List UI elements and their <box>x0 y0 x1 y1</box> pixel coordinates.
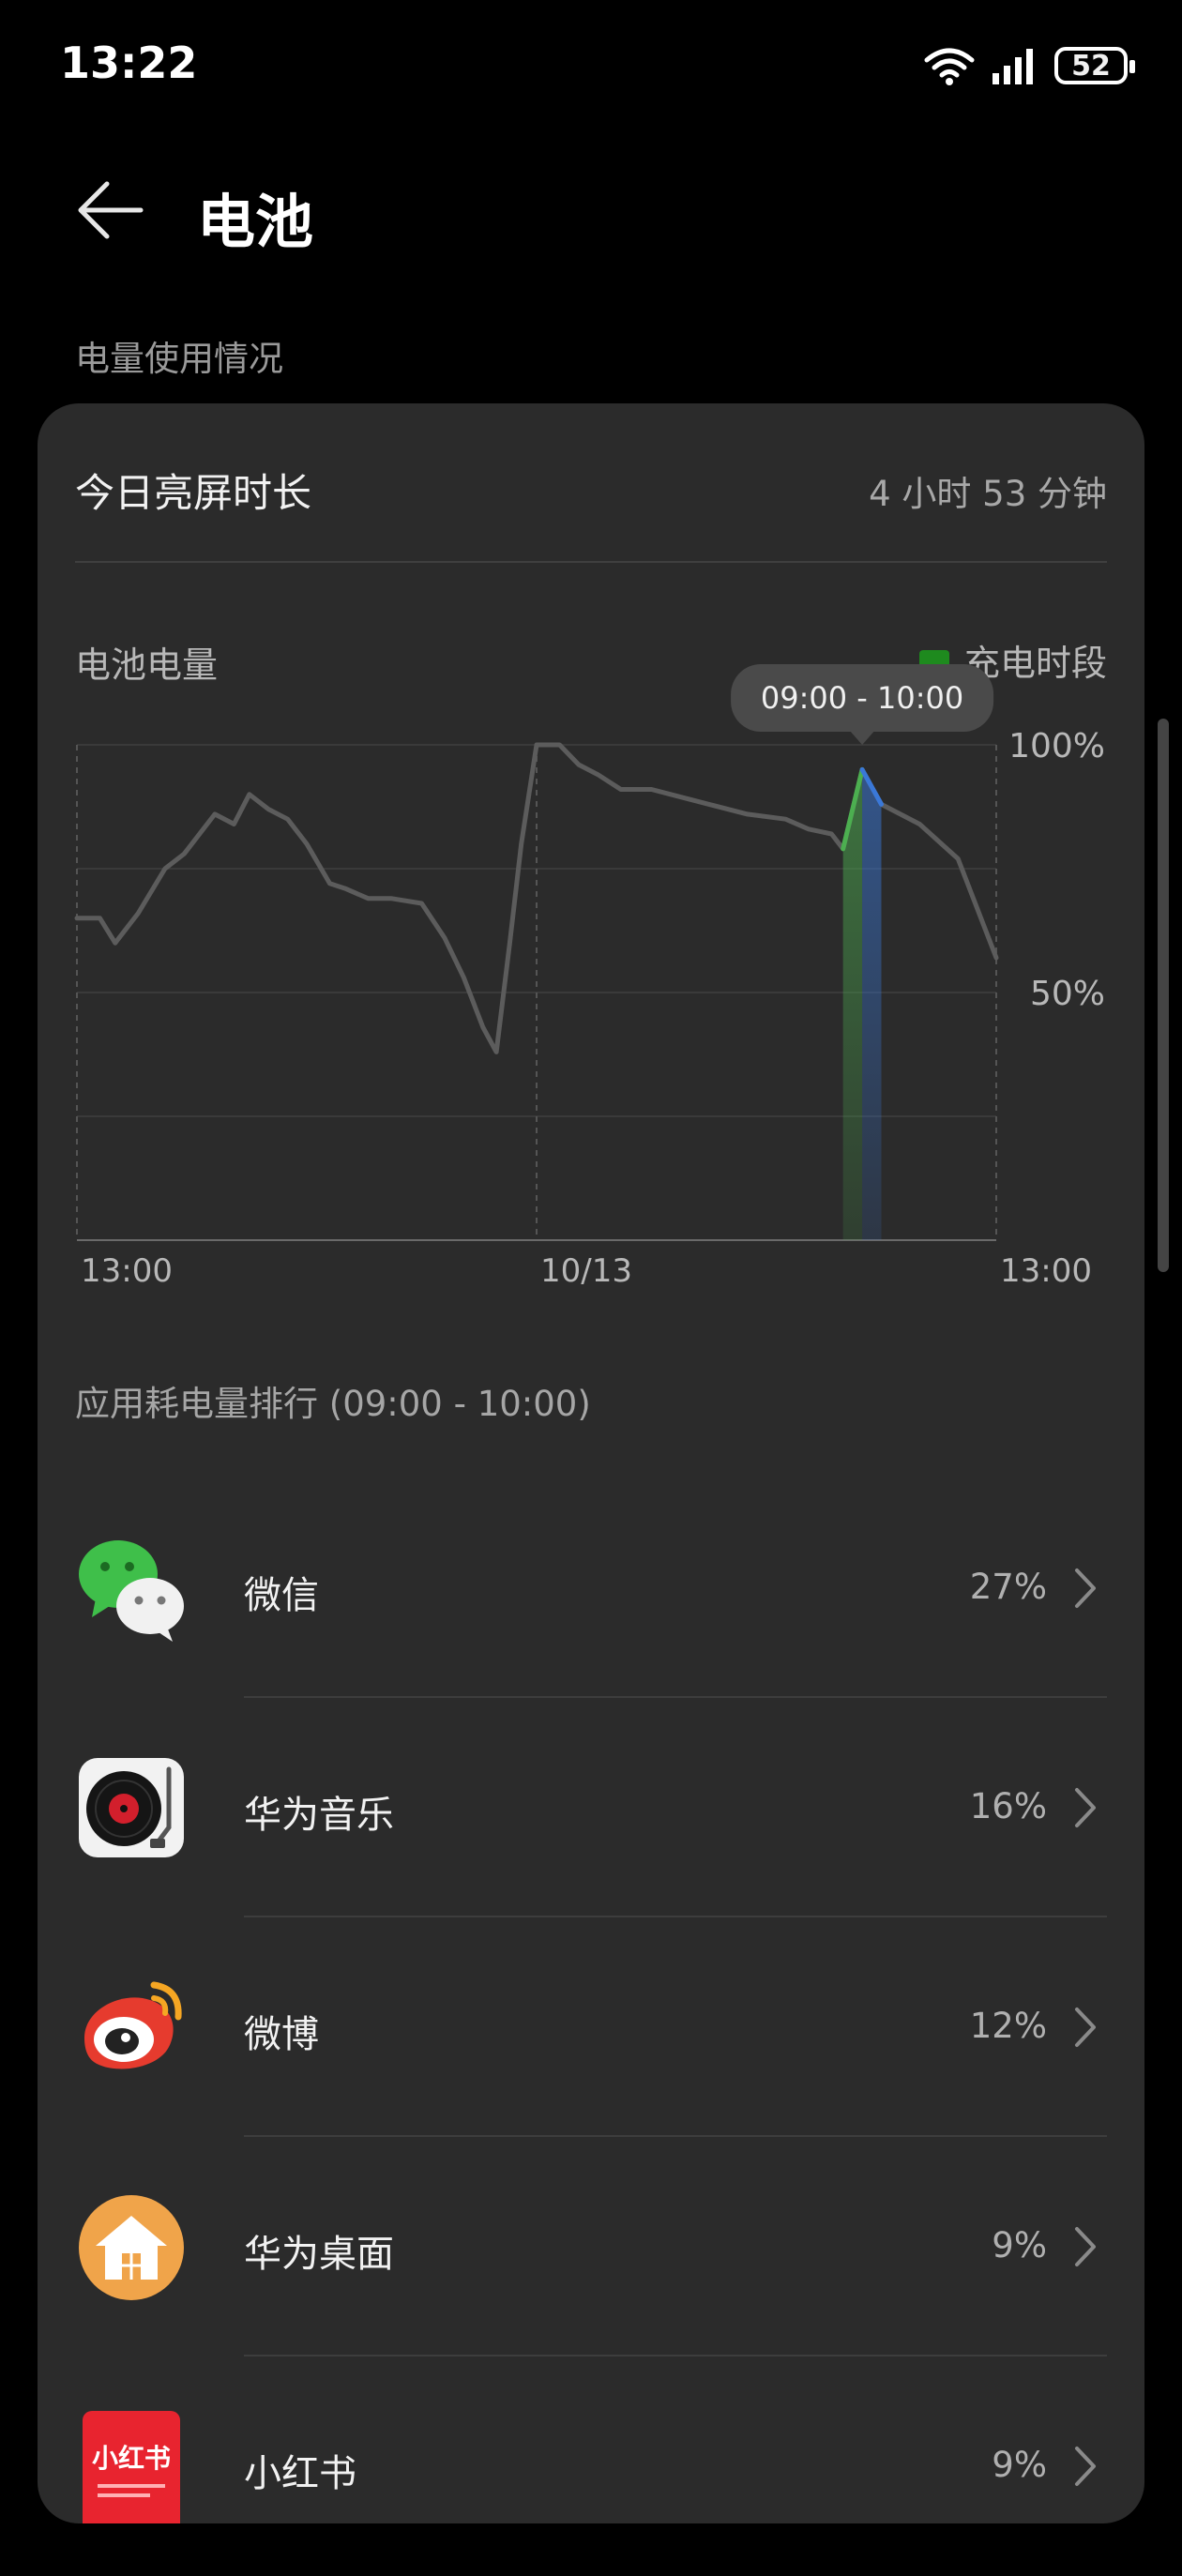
app-ranking-list: 微信 27% 华为音乐 16% 微博 12% 华为桌面 9% 小红书 小红书 9… <box>38 1478 1144 2576</box>
app-percent: 9% <box>992 2445 1047 2485</box>
xiaohongshu-icon-text: 小红书 <box>92 2443 171 2474</box>
app-name: 小红书 <box>244 2452 356 2495</box>
x-tick-label: 10/13 <box>540 1252 632 1290</box>
chart-bands <box>842 769 882 1240</box>
back-arrow-icon[interactable] <box>73 173 148 248</box>
status-bar: 13:22 52 <box>0 0 1182 131</box>
page-title: 电池 <box>197 188 314 256</box>
x-tick-label: 13:00 <box>1000 1252 1092 1290</box>
app-row-weibo[interactable]: 微博 12% <box>38 1917 1144 2137</box>
tooltip-pointer <box>849 730 876 745</box>
chevron-right-icon <box>1075 2008 1096 2047</box>
x-tick-label: 13:00 <box>81 1252 173 1290</box>
app-name: 微博 <box>244 2013 319 2056</box>
y-tick-label: 50% <box>1030 975 1105 1013</box>
app-name: 微信 <box>244 1574 319 1617</box>
app-percent: 27% <box>969 1567 1047 1607</box>
app-row-huawei-launcher[interactable]: 华为桌面 9% <box>38 2137 1144 2356</box>
music-icon <box>79 1758 184 1857</box>
ranking-title: 应用耗电量排行 (09:00 - 10:00) <box>75 1384 591 1424</box>
app-name: 华为桌面 <box>244 2233 394 2276</box>
app-row-xiaohongshu[interactable]: 小红书 小红书 9% <box>38 2356 1144 2576</box>
x-tick-labels: 13:00 10/13 13:00 <box>81 1252 1092 1290</box>
battery-usage-card: 今日亮屏时长 4 小时 53 分钟 电池电量 充电时段 100% 50% 13:0… <box>38 403 1144 2523</box>
battery-line-1 <box>859 766 999 961</box>
chevron-right-icon <box>1075 1788 1096 1827</box>
chevron-right-icon <box>1075 2227 1096 2266</box>
home-launcher-icon <box>79 2195 184 2300</box>
app-row-huawei-music[interactable]: 华为音乐 16% <box>38 1698 1144 1917</box>
status-time: 13:22 <box>60 38 198 88</box>
wechat-icon <box>79 1540 184 1642</box>
battery-level-chart[interactable]: 100% 50% 13:00 10/13 13:00 09:00 - 10:00 <box>38 403 1144 1360</box>
y-tick-labels: 100% 50% <box>1008 727 1105 1013</box>
chevron-right-icon <box>1075 1568 1096 1608</box>
app-percent: 16% <box>969 1786 1047 1826</box>
selected-band <box>862 769 882 1240</box>
app-percent: 12% <box>969 2006 1047 2046</box>
xiaohongshu-icon: 小红书 <box>83 2411 180 2523</box>
status-icons: 52 <box>923 41 1135 90</box>
y-tick-label: 100% <box>1008 727 1105 765</box>
header: 电池 <box>0 150 1182 263</box>
scrollbar[interactable] <box>1158 719 1169 1272</box>
weibo-icon <box>84 1981 182 2069</box>
chevron-right-icon <box>1075 2447 1096 2486</box>
app-name: 华为音乐 <box>244 1794 394 1837</box>
app-percent: 9% <box>992 2225 1047 2265</box>
app-row-wechat[interactable]: 微信 27% <box>38 1478 1144 1698</box>
signal-icon <box>993 49 1033 84</box>
battery-line-0 <box>74 742 865 1054</box>
battery-icon: 52 <box>1054 47 1135 84</box>
tooltip-text: 09:00 - 10:00 <box>761 680 963 716</box>
battery-level: 52 <box>1071 49 1111 83</box>
chart-tooltip: 09:00 - 10:00 <box>731 664 994 745</box>
section-label: 电量使用情况 <box>75 339 283 379</box>
wifi-icon <box>924 48 975 85</box>
